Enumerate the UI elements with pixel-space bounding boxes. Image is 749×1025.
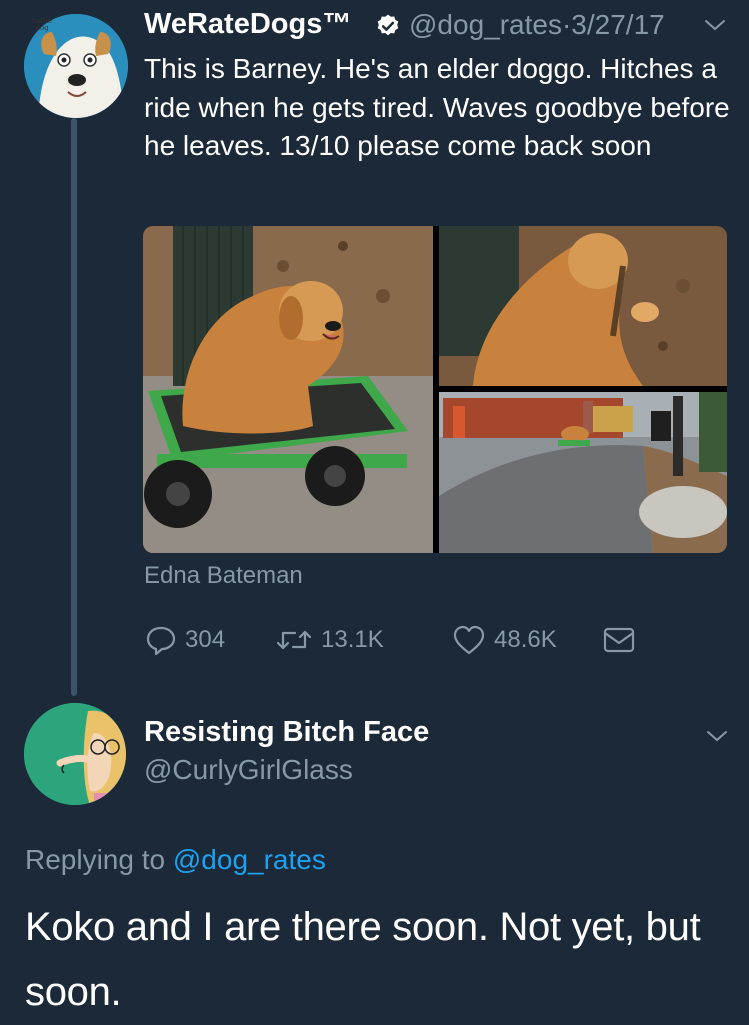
reply-action[interactable]: 304 (145, 622, 225, 658)
avatar-caption: bathe dog (31, 17, 53, 32)
thread-line (71, 118, 77, 696)
like-action[interactable]: 48.6K (452, 622, 557, 658)
dm-action[interactable] (602, 622, 636, 658)
media-grid[interactable] (143, 226, 727, 553)
reply-chevron-down-icon[interactable] (706, 728, 728, 744)
like-count: 48.6K (494, 626, 557, 653)
reply-icon (146, 626, 176, 656)
photo-left (143, 226, 439, 553)
reply-text: Koko and I are there soon. Not yet, but … (25, 905, 701, 1014)
replying-to: Replying to @dog_rates (25, 844, 326, 876)
separator: · (561, 9, 572, 40)
author-handle-date[interactable]: @dog_rates·3/27/17 (409, 9, 665, 41)
tweet-text: This is Barney. He's an elder doggo. Hit… (144, 53, 730, 161)
reply-count: 304 (185, 626, 226, 653)
verified-icon (377, 14, 399, 36)
author-handle[interactable]: @dog_rates (409, 9, 562, 40)
reply-author-avatar[interactable] (24, 703, 126, 805)
retweet-count: 13.1K (321, 626, 384, 653)
retweet-icon (276, 630, 312, 650)
reply-author-name[interactable]: Resisting Bitch Face (144, 716, 429, 749)
replying-prefix: Replying to (25, 844, 166, 875)
like-icon (453, 625, 485, 655)
dm-icon (603, 627, 635, 653)
author-name[interactable]: WeRateDogs™ (144, 8, 351, 41)
photo-bottom-right (439, 392, 727, 553)
reply-author-handle[interactable]: @CurlyGirlGlass (144, 754, 353, 786)
photo-top-right (439, 226, 727, 392)
chevron-down-icon[interactable] (704, 17, 726, 33)
replying-to-link[interactable]: @dog_rates (173, 844, 326, 875)
tweet-date[interactable]: 3/27/17 (571, 9, 664, 40)
retweet-action[interactable]: 13.1K (275, 622, 384, 658)
media-credit[interactable]: Edna Bateman (144, 562, 303, 590)
